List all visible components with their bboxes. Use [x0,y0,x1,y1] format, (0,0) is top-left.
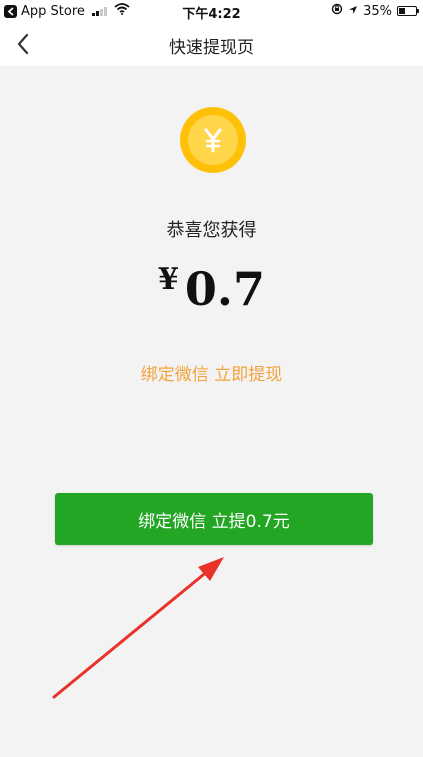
status-bar: App Store 下午4:22 35% [0,0,423,22]
coin-face [188,115,238,165]
yuan-coin-icon [180,107,246,173]
withdraw-button[interactable]: 绑定微信 立提0.7元 [55,493,373,545]
navigation-bar: 快速提现页 [0,22,423,67]
yuan-symbol-icon [204,128,222,153]
bind-wechat-link[interactable]: 绑定微信 立即提现 [0,360,423,385]
status-right: 35% [331,3,419,19]
location-icon [348,4,358,19]
reward-amount: ¥0.7 [0,262,423,316]
battery-percent: 35% [363,3,392,19]
amount-value: 0.7 [184,262,265,316]
rotation-lock-icon [331,3,343,19]
congrats-text: 恭喜您获得 [166,220,257,241]
battery-level [399,8,405,14]
battery-icon [397,6,419,16]
page-title: 快速提现页 [169,38,254,58]
currency-symbol: ¥ [158,262,179,297]
